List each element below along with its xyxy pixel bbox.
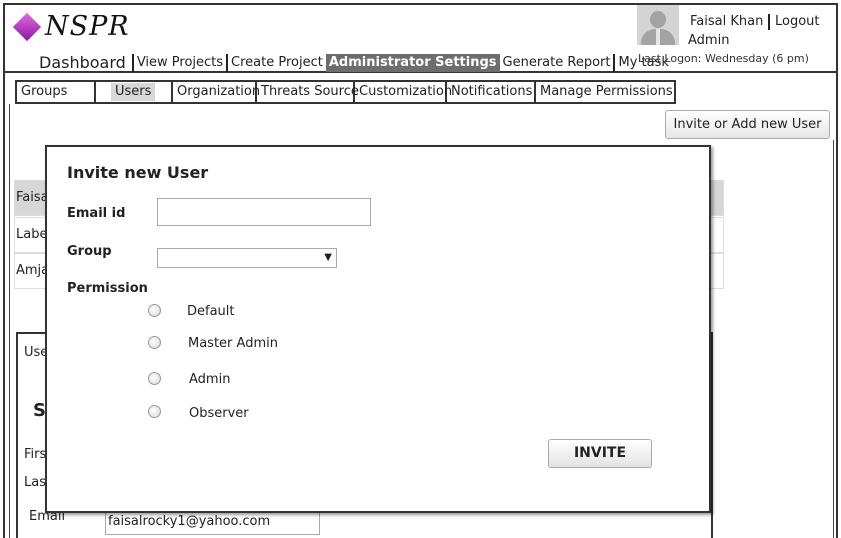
permission-option-label: Master Admin	[188, 336, 278, 351]
main-nav: Dashboard View Projects Create Project A…	[33, 50, 672, 72]
tab-manage-permissions[interactable]: Manage Permissions	[536, 82, 674, 102]
user-avatar-icon[interactable]	[637, 5, 679, 45]
tab-organization[interactable]: Organization	[173, 82, 260, 102]
permission-option-label: Admin	[189, 372, 231, 387]
permission-radio-master-admin[interactable]	[148, 336, 161, 349]
permission-radio-observer[interactable]	[148, 405, 161, 418]
permission-radio-default[interactable]	[148, 304, 161, 317]
nav-dashboard[interactable]: Dashboard	[33, 54, 132, 72]
content-border-left	[9, 104, 10, 538]
tab-users[interactable]: Users	[96, 82, 173, 102]
user-role: Admin	[688, 33, 730, 48]
email-id-input[interactable]	[157, 198, 371, 226]
admin-tabs: Groups Users Organization Threats Source…	[15, 80, 676, 104]
nav-administrator-settings[interactable]: Administrator Settings	[325, 54, 500, 72]
chevron-down-icon: ▼	[324, 252, 332, 263]
invite-or-add-user-button[interactable]: Invite or Add new User	[665, 110, 830, 139]
tab-notifications-label: Notifications	[451, 84, 533, 99]
email-field[interactable]: faisalrocky1@yahoo.com	[105, 510, 320, 535]
permission-option-label: Default	[187, 304, 235, 319]
logo-diamond-icon	[12, 12, 42, 41]
tab-threats-source[interactable]: Threats Source	[257, 82, 359, 102]
permission-label: Permission	[67, 281, 148, 296]
group-label: Group	[67, 244, 112, 259]
invite-user-modal: Invite new User Email id Group ▼ Permiss…	[45, 145, 711, 513]
nav-view-projects[interactable]: View Projects	[131, 54, 226, 72]
tab-threats-source-label: Threats Source	[261, 84, 359, 99]
tab-notifications[interactable]: Notifications	[447, 82, 536, 102]
logo-text: NSPR	[45, 11, 130, 42]
tab-organization-label: Organization	[177, 84, 261, 99]
nav-create-project[interactable]: Create Project	[226, 54, 326, 72]
permission-radio-admin[interactable]	[148, 372, 161, 385]
tab-groups[interactable]: Groups	[17, 82, 96, 102]
email-id-label: Email id	[67, 206, 126, 221]
permission-option-label: Observer	[189, 406, 249, 421]
group-select[interactable]: ▼	[157, 248, 337, 268]
logout-link[interactable]: Logout	[775, 14, 820, 30]
tab-manage-permissions-label: Manage Permissions	[540, 84, 673, 99]
tab-groups-label: Groups	[21, 84, 68, 99]
tab-customization[interactable]: Customization	[355, 82, 452, 102]
user-name: Faisal Khan	[690, 14, 771, 30]
last-name-label: Las	[24, 475, 46, 490]
logo[interactable]: NSPR	[12, 11, 130, 42]
last-logon: Last Logon: Wednesday (6 pm)	[638, 52, 809, 65]
content-border-right	[833, 140, 834, 538]
tab-users-label: Users	[111, 83, 156, 101]
invite-button[interactable]: INVITE	[548, 439, 652, 468]
tab-customization-label: Customization	[359, 84, 453, 99]
first-name-label: Firs	[24, 447, 47, 462]
nav-generate-report[interactable]: Generate Report	[500, 54, 614, 72]
modal-title: Invite new User	[67, 163, 209, 182]
